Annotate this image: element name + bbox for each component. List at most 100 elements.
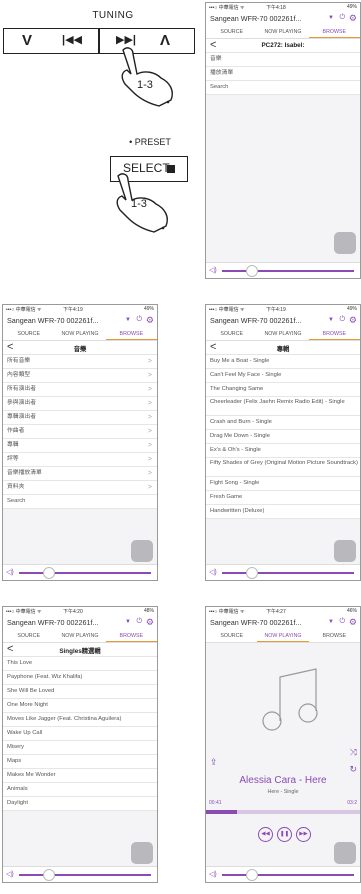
tab-browse[interactable]: BROWSE [309,630,360,642]
device-name[interactable]: Sangean WFR-70 002261f... [7,316,99,325]
caret-down-icon[interactable]: ▼ [125,619,131,625]
caret-down-icon[interactable]: ▼ [328,15,334,21]
tab-source[interactable]: SOURCE [3,630,54,642]
list-item[interactable]: 所有音樂 > [3,355,157,369]
tab-now-playing[interactable]: NOW PLAYING [257,26,308,38]
list-item[interactable]: 播放清單 [206,67,360,81]
list-item[interactable]: Moves Like Jagger (Feat. Christina Aguil… [3,713,157,727]
tab-browse[interactable]: BROWSE [308,26,360,38]
volume-track[interactable] [222,270,354,272]
list-item[interactable]: Search [206,81,360,95]
list-item[interactable]: 評等 > [3,453,157,467]
list-item[interactable]: Fresh Game [206,491,360,505]
volume-slider-knob[interactable] [246,869,258,881]
list-item[interactable]: Payphone (Feat. Wiz Khalifa) [3,671,157,685]
tab-source[interactable]: SOURCE [206,26,257,38]
floating-button[interactable] [334,232,356,254]
list-item[interactable]: 所有演出者 > [3,383,157,397]
list-item[interactable]: 音樂 [206,53,360,67]
chevron-right-icon: > [147,372,152,379]
list-item[interactable]: Fight Song - Single [206,477,360,491]
progress-bar[interactable] [206,810,360,814]
gear-icon[interactable]: ⚙ [349,13,357,24]
tab-now-playing[interactable]: NOW PLAYING [257,630,309,642]
list-item[interactable]: Animals [3,783,157,797]
list-item[interactable]: Misery [3,741,157,755]
pause-button[interactable]: ❚❚ [277,827,292,842]
power-icon[interactable]: ⏻ [339,618,345,626]
list-item[interactable]: One More Night [3,699,157,713]
caret-down-icon[interactable]: ▼ [328,317,334,323]
list-item[interactable]: Crash and Burn - Single [206,416,360,430]
list-item[interactable]: Makes Me Wonder [3,769,157,783]
share-icon[interactable]: ⇪ [210,757,218,768]
tab-browse[interactable]: BROWSE [105,630,157,642]
tab-now-playing[interactable]: NOW PLAYING [54,328,105,340]
shuffle-icon[interactable]: ⤨ [350,747,357,758]
next-button[interactable]: ▶▶ [296,827,311,842]
list-item[interactable]: 內容類型 > [3,369,157,383]
device-name[interactable]: Sangean WFR-70 002261f... [7,618,99,627]
tab-source[interactable]: SOURCE [206,328,257,340]
volume-slider-knob[interactable] [43,869,55,881]
device-name[interactable]: Sangean WFR-70 002261f... [210,316,302,325]
tab-now-playing[interactable]: NOW PLAYING [257,328,308,340]
gear-icon[interactable]: ⚙ [349,315,357,326]
seek-back-button[interactable]: |◀◀ [62,33,82,46]
list-item[interactable]: Buy Me a Boat - Single [206,355,360,369]
list-item[interactable]: Handwritten (Deluxe) [206,505,360,519]
tab-browse[interactable]: BROWSE [105,328,157,340]
volume-slider-knob[interactable] [246,567,258,579]
floating-button[interactable] [334,842,356,864]
gear-icon[interactable]: ⚙ [349,617,357,628]
list-item[interactable]: This Love [3,657,157,671]
list-item[interactable]: 作曲者 > [3,425,157,439]
volume-slider-knob[interactable] [43,567,55,579]
tab-source[interactable]: SOURCE [206,630,257,642]
volume-slider-knob[interactable] [246,265,258,277]
power-icon[interactable]: ⏻ [136,316,142,324]
previous-button[interactable]: ◀◀ [258,827,273,842]
list-item[interactable]: Search [3,495,157,509]
volume-track[interactable] [222,874,354,876]
list-item[interactable]: Drag Me Down - Single [206,430,360,444]
floating-button[interactable] [334,540,356,562]
repeat-icon[interactable]: ↻ [349,764,357,775]
list-item[interactable]: 專輯 > [3,439,157,453]
power-icon[interactable]: ⏻ [136,618,142,626]
list-item[interactable]: Daylight [3,797,157,811]
list-item[interactable]: Cheerleader (Felix Jaehn Remix Radio Edi… [206,397,360,416]
gear-icon[interactable]: ⚙ [146,617,154,628]
tune-down-button[interactable]: V [22,32,32,49]
list-item[interactable]: Wake Up Call [3,727,157,741]
tab-now-playing[interactable]: NOW PLAYING [54,630,105,642]
list-item[interactable]: Ex's & Oh's - Single [206,444,360,458]
list-item[interactable]: The Changing Same [206,383,360,397]
volume-track[interactable] [19,572,151,574]
list-item[interactable]: 專輯演出者 > [3,411,157,425]
floating-button[interactable] [131,842,153,864]
list-item[interactable]: Can't Feel My Face - Single [206,369,360,383]
device-name[interactable]: Sangean WFR-70 002261f... [210,618,302,627]
tab-browse[interactable]: BROWSE [308,328,360,340]
list-item[interactable]: 參與演出者 > [3,397,157,411]
list-item[interactable]: She Will Be Loved [3,685,157,699]
speaker-icon: ◁) [6,871,14,878]
power-icon[interactable]: ⏻ [339,14,345,22]
list-item[interactable]: Maps [3,755,157,769]
caret-down-icon[interactable]: ▼ [125,317,131,323]
list-item[interactable]: Fifty Shades of Grey (Original Motion Pi… [206,458,360,477]
list-item[interactable]: 音樂播放清單 > [3,467,157,481]
volume-track[interactable] [19,874,151,876]
elapsed-time: 00:41 [209,800,222,806]
device-name[interactable]: Sangean WFR-70 002261f... [210,14,302,23]
tab-source[interactable]: SOURCE [3,328,54,340]
list-item[interactable]: 資料夾 > [3,481,157,495]
volume-track[interactable] [222,572,354,574]
gear-icon[interactable]: ⚙ [146,315,154,326]
floating-button[interactable] [131,540,153,562]
chevron-right-icon: > [147,414,152,421]
power-icon[interactable]: ⏻ [339,316,345,324]
caret-down-icon[interactable]: ▼ [328,619,334,625]
volume-bar: ◁) [3,564,157,580]
